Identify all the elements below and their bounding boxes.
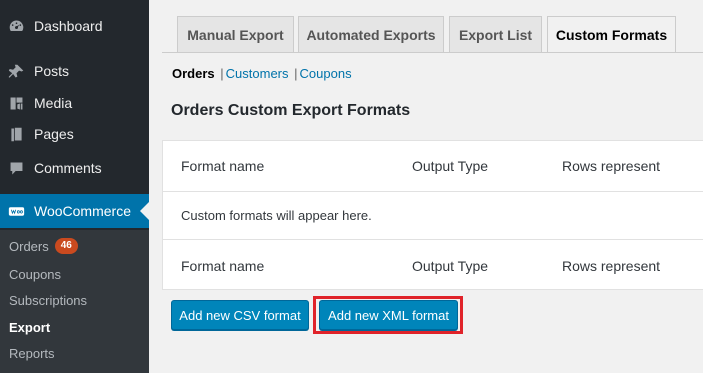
dashboard-icon: [7, 17, 25, 35]
submenu-item-coupons[interactable]: Coupons: [9, 267, 61, 282]
menu-item-media[interactable]: Media: [0, 86, 149, 120]
subnav-separator: |: [294, 66, 298, 81]
menu-item-label: Pages: [34, 126, 74, 142]
column-header-format-name[interactable]: Format name: [181, 141, 264, 191]
menu-item-woocommerce[interactable]: WooCommerce: [0, 194, 149, 228]
orders-count-badge: 46: [54, 238, 78, 254]
current-menu-arrow: [140, 202, 149, 220]
tab-automated-exports[interactable]: Automated Exports: [298, 16, 444, 52]
submenu-item-label: Reports: [9, 346, 55, 361]
column-footer-rows-represent[interactable]: Rows represent: [562, 240, 660, 291]
woocommerce-submenu: Orders 46 Coupons Subscriptions Export R…: [0, 230, 149, 373]
woocommerce-icon: [7, 202, 25, 220]
tab-export-list[interactable]: Export List: [449, 16, 542, 52]
custom-formats-table: Format name Output Type Rows represent C…: [162, 140, 703, 290]
column-footer-format-name[interactable]: Format name: [181, 240, 264, 291]
column-header-rows-represent[interactable]: Rows represent: [562, 141, 660, 191]
submenu-item-label: Export: [9, 320, 51, 335]
menu-item-dashboard[interactable]: Dashboard: [0, 9, 149, 43]
menu-item-label: Posts: [34, 63, 70, 79]
column-header-output-type[interactable]: Output Type: [412, 141, 488, 191]
submenu-item-orders[interactable]: Orders 46: [9, 238, 78, 254]
menu-item-label: Dashboard: [34, 18, 103, 34]
empty-message: Custom formats will appear here.: [181, 208, 372, 223]
menu-item-posts[interactable]: Posts: [0, 54, 149, 88]
pin-icon: [7, 62, 25, 80]
tab-divider: [162, 52, 703, 53]
submenu-item-label: Subscriptions: [9, 293, 88, 308]
table-footer-row: Format name Output Type Rows represent: [163, 239, 703, 291]
admin-sidebar: Dashboard Posts Media Pages Comments Woo…: [0, 0, 149, 373]
submenu-item-subscriptions[interactable]: Subscriptions: [9, 293, 87, 308]
export-type-subnav: Orders | Customers | Coupons: [172, 66, 352, 81]
column-footer-output-type[interactable]: Output Type: [412, 240, 488, 291]
media-icon: [7, 94, 25, 112]
subnav-customers[interactable]: Customers: [226, 66, 289, 81]
table-header-row: Format name Output Type Rows represent: [163, 141, 703, 192]
menu-item-comments[interactable]: Comments: [0, 151, 149, 185]
tab-manual-export[interactable]: Manual Export: [177, 16, 294, 52]
menu-item-label: Comments: [34, 160, 102, 176]
subnav-orders[interactable]: Orders: [172, 66, 215, 81]
highlight-box: [313, 296, 463, 334]
table-empty-row: Custom formats will appear here.: [163, 192, 703, 239]
submenu-item-reports[interactable]: Reports: [9, 346, 55, 361]
submenu-item-label: Orders: [9, 238, 49, 254]
pages-icon: [7, 125, 25, 143]
page-title: Orders Custom Export Formats: [171, 102, 411, 119]
menu-item-label: Media: [34, 95, 73, 111]
submenu-item-label: Coupons: [9, 267, 62, 282]
submenu-item-export[interactable]: Export: [9, 320, 50, 335]
menu-item-label: WooCommerce: [34, 203, 131, 219]
subnav-separator: |: [220, 66, 224, 81]
add-csv-format-button[interactable]: Add new CSV format: [171, 300, 309, 330]
subnav-coupons[interactable]: Coupons: [300, 66, 352, 81]
menu-item-pages[interactable]: Pages: [0, 117, 149, 151]
comments-icon: [7, 159, 25, 177]
tab-custom-formats[interactable]: Custom Formats: [547, 16, 676, 53]
